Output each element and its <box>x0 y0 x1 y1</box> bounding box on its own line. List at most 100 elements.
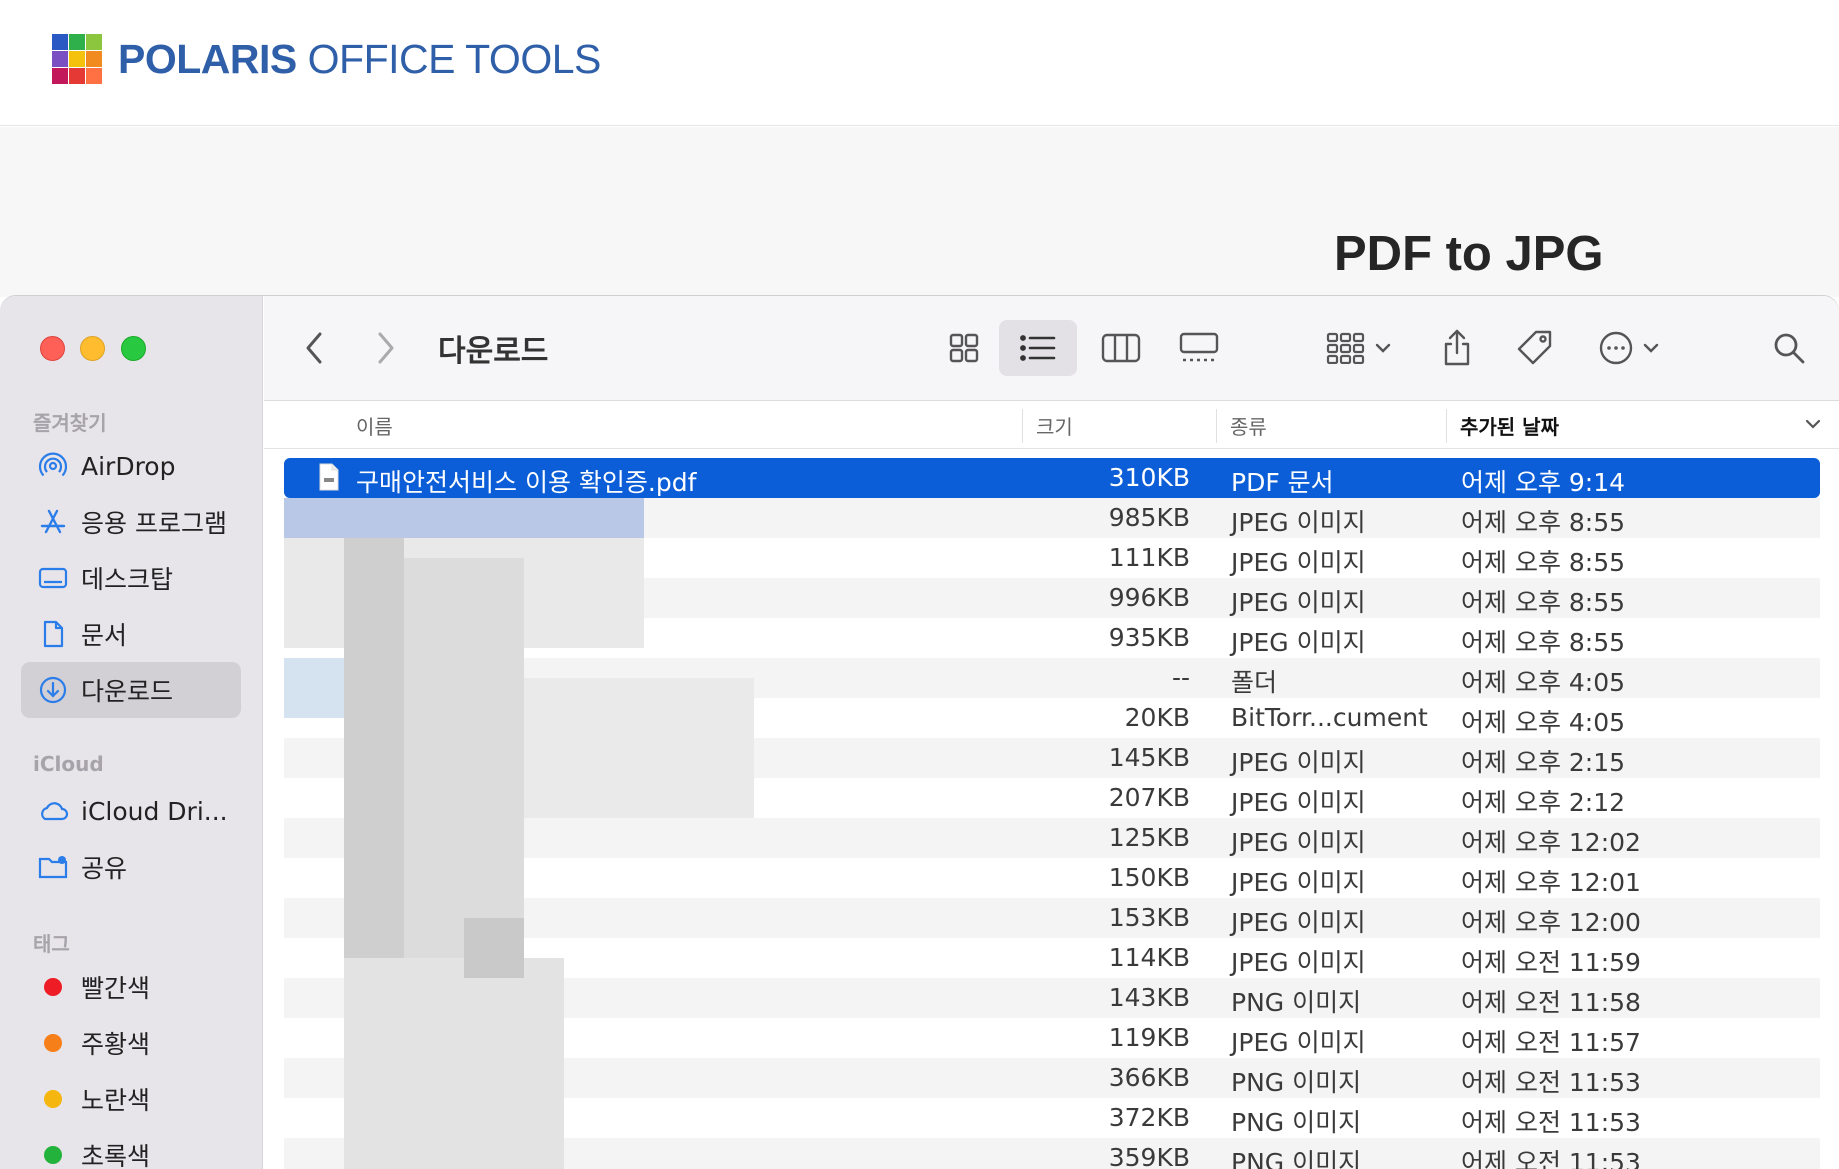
file-size: 996KB <box>1108 583 1190 612</box>
sidebar-item-documents[interactable]: 문서 <box>21 606 241 662</box>
file-kind: PNG 이미지 <box>1231 1108 1362 1137</box>
zoom-window-button[interactable] <box>121 336 146 361</box>
share-button[interactable] <box>1432 320 1482 376</box>
file-size: 985KB <box>1108 503 1190 532</box>
brand-header: POLARIS OFFICE TOOLS <box>0 0 1839 126</box>
file-date-added: 어제 오후 4:05 <box>1461 708 1626 737</box>
file-kind: JPEG 이미지 <box>1231 868 1366 897</box>
file-size: 366KB <box>1108 1063 1190 1092</box>
tag-color-dot <box>44 1090 62 1108</box>
page-title: PDF to JPG <box>1334 227 1604 281</box>
file-name: 구매안전서비스 이용 확인증.pdf <box>356 468 697 497</box>
column-header-date-added[interactable]: 추가된 날짜 <box>1460 411 1559 440</box>
sidebar-item-label: 주황색 <box>81 1030 151 1059</box>
file-kind: JPEG 이미지 <box>1231 828 1366 857</box>
minimize-window-button[interactable] <box>80 336 105 361</box>
sort-chevron-down-icon[interactable] <box>1804 418 1822 430</box>
file-size: 153KB <box>1108 903 1190 932</box>
group-by-button[interactable] <box>1316 320 1402 376</box>
shared-folder-icon <box>37 851 69 883</box>
sidebar-tag-red[interactable]: 빨간색 <box>21 959 241 1015</box>
file-size: 372KB <box>1108 1103 1190 1132</box>
file-size: 119KB <box>1108 1023 1190 1052</box>
column-header-name[interactable]: 이름 <box>356 411 393 440</box>
file-kind: PNG 이미지 <box>1231 1068 1362 1097</box>
gallery-view-button[interactable] <box>1166 320 1232 376</box>
forward-button[interactable] <box>366 320 406 376</box>
finder-sidebar: 즐겨찾기 AirDrop 응용 프로그램 데스크탑 문서 다운로드 iCloud… <box>0 296 263 1169</box>
file-kind: BitTorr...cument <box>1231 703 1428 732</box>
column-header-size[interactable]: 크기 <box>1036 411 1073 440</box>
redacted-filename-area <box>284 498 754 1169</box>
file-size: -- <box>1171 663 1190 692</box>
tag-color-dot <box>44 1034 62 1052</box>
file-date-added: 어제 오후 8:55 <box>1461 628 1626 657</box>
sidebar-item-label: 빨간색 <box>81 974 151 1003</box>
more-actions-button[interactable] <box>1588 320 1670 376</box>
sidebar-item-label: AirDrop <box>81 451 176 481</box>
file-list: 359KB PNG 이미지 어제 오전 11:53 372KB PNG 이미지 어제 오전… <box>264 458 1839 1169</box>
list-view-button[interactable] <box>999 320 1077 376</box>
file-kind: JPEG 이미지 <box>1231 628 1366 657</box>
file-kind: JPEG 이미지 <box>1231 548 1366 577</box>
file-kind: PDF 문서 <box>1231 468 1334 497</box>
tags-button[interactable] <box>1508 320 1562 376</box>
file-kind: JPEG 이미지 <box>1231 588 1366 617</box>
brand-name-bold: POLARIS <box>118 36 297 82</box>
tag-color-dot <box>44 1146 62 1164</box>
tags-header: 태그 <box>33 932 70 956</box>
downloads-icon <box>37 674 69 706</box>
sidebar-item-airdrop[interactable]: AirDrop <box>21 438 241 494</box>
file-size: 20KB <box>1124 703 1190 732</box>
file-kind: JPEG 이미지 <box>1231 748 1366 777</box>
file-size: 359KB <box>1108 1143 1190 1169</box>
file-row[interactable]: 구매안전서비스 이용 확인증.pdf 310KB PDF 문서 어제 오후 9:14 <box>284 458 1820 498</box>
column-divider[interactable] <box>1022 409 1023 443</box>
search-button[interactable] <box>1764 320 1814 376</box>
pdf-file-icon <box>319 463 339 491</box>
column-divider[interactable] <box>1446 409 1447 443</box>
sidebar-item-icloud-drive[interactable]: iCloud Dri... <box>21 783 241 839</box>
finder-toolbar: 다운로드 <box>264 296 1839 401</box>
sidebar-item-downloads[interactable]: 다운로드 <box>21 662 241 718</box>
file-size: 145KB <box>1108 743 1190 772</box>
file-size: 935KB <box>1108 623 1190 652</box>
sidebar-item-shared[interactable]: 공유 <box>21 839 241 895</box>
file-kind: JPEG 이미지 <box>1231 948 1366 977</box>
sidebar-item-label: iCloud Dri... <box>81 796 228 826</box>
sidebar-item-applications[interactable]: 응용 프로그램 <box>21 494 241 550</box>
polaris-logo <box>52 34 102 84</box>
file-date-added: 어제 오전 11:59 <box>1461 948 1641 977</box>
file-date-added: 어제 오후 8:55 <box>1461 588 1626 617</box>
chevron-down-icon <box>1375 343 1391 353</box>
column-divider[interactable] <box>1216 409 1217 443</box>
file-date-added: 어제 오전 11:53 <box>1461 1108 1641 1137</box>
sidebar-tag-yellow[interactable]: 노란색 <box>21 1071 241 1127</box>
file-kind: PNG 이미지 <box>1231 988 1362 1017</box>
file-date-added: 어제 오후 2:12 <box>1461 788 1626 817</box>
sidebar-tag-green[interactable]: 초록색 <box>21 1127 241 1169</box>
column-header-kind[interactable]: 종류 <box>1230 411 1267 440</box>
icon-view-button[interactable] <box>934 320 994 376</box>
file-date-added: 어제 오후 8:55 <box>1461 508 1626 537</box>
close-window-button[interactable] <box>40 336 65 361</box>
group-grid-icon <box>1326 332 1365 364</box>
list-icon <box>1020 335 1056 361</box>
ellipsis-circle-icon <box>1599 331 1633 365</box>
back-button[interactable] <box>294 320 334 376</box>
sidebar-item-label: 다운로드 <box>81 677 174 706</box>
finder-window: 즐겨찾기 AirDrop 응용 프로그램 데스크탑 문서 다운로드 iCloud… <box>0 296 1839 1169</box>
applications-icon <box>37 506 69 538</box>
file-kind: JPEG 이미지 <box>1231 508 1366 537</box>
file-date-added: 어제 오전 11:53 <box>1461 1148 1641 1169</box>
window-title: 다운로드 <box>438 334 549 369</box>
sidebar-item-desktop[interactable]: 데스크탑 <box>21 550 241 606</box>
sidebar-tag-orange[interactable]: 주황색 <box>21 1015 241 1071</box>
file-date-added: 어제 오후 2:15 <box>1461 748 1626 777</box>
file-kind: JPEG 이미지 <box>1231 788 1366 817</box>
brand-name[interactable]: POLARIS OFFICE TOOLS <box>118 36 601 83</box>
column-view-button[interactable] <box>1088 320 1154 376</box>
grid-icon <box>949 333 979 363</box>
tag-color-dot <box>44 978 62 996</box>
sidebar-item-label: 공유 <box>81 854 128 883</box>
